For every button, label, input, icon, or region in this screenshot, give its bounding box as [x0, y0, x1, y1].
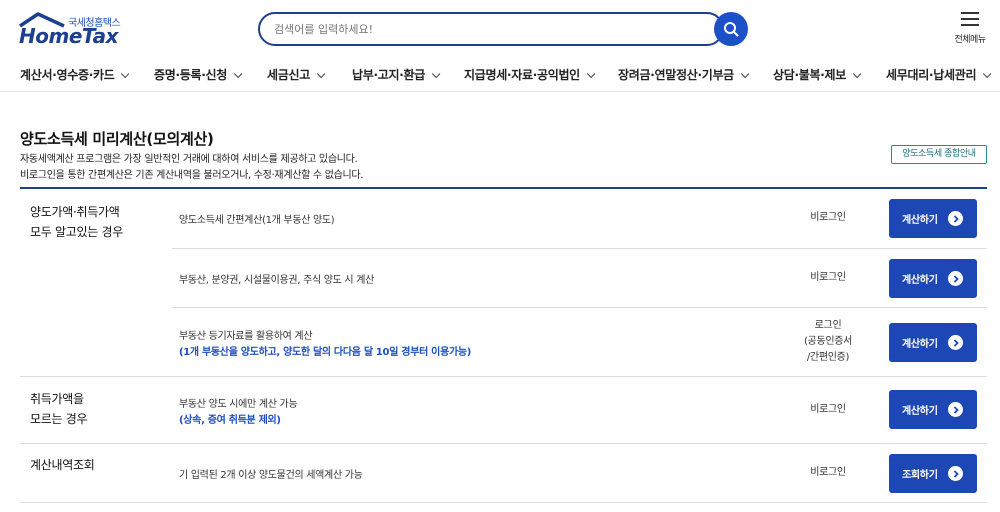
main-nav: 계산서·영수증·카드 증명·등록·신청 세금신고 납부·고지·환급 지급명세·자… [0, 58, 1000, 92]
chevron-right-icon [948, 402, 963, 417]
item-text: 부동산, 분양권, 시설물이용권, 주식 양도 시 계산 [179, 275, 375, 286]
nav-item-tax-report[interactable]: 세금신고 [267, 66, 326, 83]
button-label: 계산하기 [902, 215, 938, 226]
nav-item-invoice[interactable]: 계산서·영수증·카드 [20, 66, 130, 83]
auth-line: (공동인증서 [803, 336, 853, 347]
page-description-1: 자동세액계산 프로그램은 가장 일반적인 거래에 대하여 서비스를 제공하고 있… [20, 154, 358, 165]
auth-line: 비로그인 [810, 272, 846, 283]
category-line: 모르는 경우 [30, 412, 88, 426]
item-text: 기 입력된 2개 이상 양도물건의 세액계산 가능 [179, 470, 363, 481]
chevron-down-icon [316, 69, 326, 79]
button-label: 조회하기 [902, 470, 938, 481]
row-divider [172, 307, 987, 308]
auth-requirement: 로그인 (공동인증서 /간편인증) [798, 318, 858, 366]
item-text: 부동산 등기자료를 활용하여 계산 [179, 331, 313, 342]
category-line: 모두 알고있는 경우 [30, 225, 123, 239]
nav-item-payment[interactable]: 납부·고지·환급 [352, 66, 441, 83]
chevron-down-icon [121, 69, 130, 79]
button-label: 계산하기 [902, 406, 938, 417]
nav-item-statements[interactable]: 지급명세·자료·공익법인 [464, 66, 596, 83]
auth-line: 로그인 [814, 320, 842, 331]
category-both-known: 양도가액·취득가액 모두 알고있는 경우 [30, 202, 123, 242]
guide-button[interactable]: 양도소득세 종합안내 [891, 145, 987, 164]
chevron-down-icon [983, 69, 992, 79]
auth-requirement: 비로그인 [798, 210, 858, 226]
item-note: (1개 부동산을 양도하고, 양도한 달의 다다음 달 10일 경부터 이용가능… [179, 347, 472, 358]
category-acquisition-unknown: 취득가액을 모르는 경우 [30, 389, 88, 429]
page-title: 양도소득세 미리계산(모의계산) [20, 130, 214, 148]
auth-line: /간편인증) [806, 352, 850, 363]
nav-item-label: 납부·고지·환급 [352, 68, 425, 82]
section-divider [20, 376, 987, 377]
button-label: 계산하기 [902, 275, 938, 286]
hamburger-icon [961, 12, 979, 26]
chevron-right-icon [948, 335, 963, 350]
table-top-divider [20, 187, 987, 189]
auth-line: 비로그인 [810, 212, 846, 223]
nav-item-label: 장려금·연말정산·기부금 [618, 68, 734, 82]
hometax-page: 국세청홈택스 HomeTax 전체메뉴 계산서·영수증·카드 증명·등록·신청 … [0, 0, 1000, 512]
chevron-down-icon [586, 69, 596, 79]
nav-item-certificate[interactable]: 증명·등록·신청 [154, 66, 243, 83]
hometax-logo[interactable]: 국세청홈택스 HomeTax [18, 12, 128, 48]
page-description-2: 비로그인을 통한 간편계산은 기존 계산내역을 불러오거나, 수정·재계산할 수… [20, 170, 364, 181]
all-menu-label: 전체메뉴 [954, 35, 986, 45]
search-input[interactable] [274, 20, 694, 38]
chevron-right-icon [948, 211, 963, 226]
nav-item-consultation[interactable]: 상담·불복·제보 [773, 66, 862, 83]
category-line: 계산내역조회 [30, 458, 95, 472]
button-label: 계산하기 [902, 339, 938, 350]
auth-line: 비로그인 [810, 404, 846, 415]
chevron-right-icon [948, 271, 963, 286]
search-button[interactable] [714, 12, 748, 46]
lookup-button[interactable]: 조회하기 [889, 454, 977, 493]
nav-item-label: 세금신고 [267, 68, 310, 82]
nav-item-label: 계산서·영수증·카드 [20, 68, 115, 82]
calculate-button[interactable]: 계산하기 [889, 323, 977, 362]
calculate-button[interactable]: 계산하기 [889, 199, 977, 238]
logo-title: HomeTax [19, 24, 119, 48]
chevron-down-icon [233, 69, 243, 79]
chevron-down-icon [852, 69, 862, 79]
search-box [258, 12, 724, 46]
auth-line: 비로그인 [810, 467, 846, 478]
nav-item-label: 지급명세·자료·공익법인 [464, 68, 580, 82]
item-note: (상속, 증여 취득분 제외) [179, 415, 281, 426]
auth-requirement: 비로그인 [798, 270, 858, 286]
chevron-down-icon [431, 69, 441, 79]
calculate-button[interactable]: 계산하기 [889, 259, 977, 298]
search-icon [724, 22, 739, 37]
nav-item-label: 증명·등록·신청 [154, 68, 227, 82]
row-divider [172, 248, 987, 249]
nav-item-tax-agent[interactable]: 세무대리·납세관리 [886, 66, 992, 83]
chevron-right-icon [948, 466, 963, 481]
auth-requirement: 비로그인 [798, 402, 858, 418]
item-text: 부동산 양도 시에만 계산 가능 [179, 399, 298, 410]
category-history-lookup: 계산내역조회 [30, 455, 95, 475]
nav-item-label: 세무대리·납세관리 [886, 68, 977, 82]
category-line: 양도가액·취득가액 [30, 205, 120, 219]
section-divider [20, 443, 987, 444]
item-text: 양도소득세 간편계산(1개 부동산 양도) [179, 215, 335, 226]
auth-requirement: 비로그인 [798, 465, 858, 481]
section-divider [20, 502, 987, 503]
calculate-button[interactable]: 계산하기 [889, 390, 977, 429]
chevron-down-icon [740, 69, 750, 79]
all-menu-button[interactable]: 전체메뉴 [950, 12, 990, 48]
category-line: 취득가액을 [30, 392, 84, 406]
nav-item-incentives[interactable]: 장려금·연말정산·기부금 [618, 66, 750, 83]
header: 국세청홈택스 HomeTax 전체메뉴 [0, 0, 1000, 58]
nav-item-label: 상담·불복·제보 [773, 68, 846, 82]
